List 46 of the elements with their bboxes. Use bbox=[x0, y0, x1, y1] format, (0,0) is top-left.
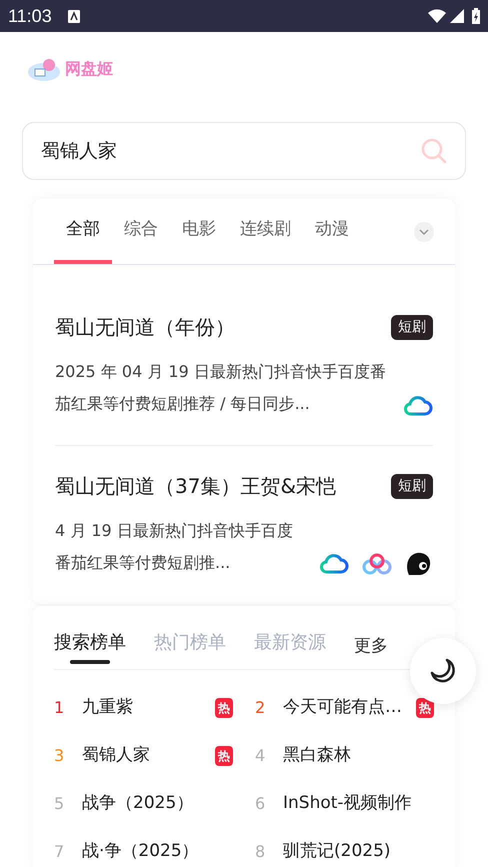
category-tab[interactable]: 动漫 bbox=[303, 199, 361, 264]
result-title[interactable]: 蜀山无间道（年份） bbox=[55, 312, 235, 342]
more-link[interactable]: 更多 bbox=[354, 634, 388, 660]
cloud-icon[interactable] bbox=[319, 552, 349, 576]
signal-icon bbox=[450, 9, 464, 23]
result-tag: 短剧 bbox=[391, 314, 433, 340]
rank-number: 6 bbox=[255, 793, 266, 815]
battery-icon bbox=[472, 8, 480, 24]
category-tab[interactable]: 全部 bbox=[54, 199, 112, 264]
result-description: 2025 年 04 月 19 日最新热门抖音快手百度番茄红果等付费短剧推荐 / 每日同步... bbox=[55, 361, 387, 415]
status-time: 11:03 bbox=[8, 4, 52, 28]
category-tab[interactable]: 综合 bbox=[112, 199, 170, 264]
rank-number: 3 bbox=[54, 745, 66, 767]
search-input[interactable]: 蜀锦人家 bbox=[41, 136, 421, 166]
hot-badge: 热 bbox=[416, 698, 434, 718]
logo-icon bbox=[27, 56, 61, 82]
search-field[interactable]: 蜀锦人家 bbox=[22, 122, 466, 180]
hot-badge: 热 bbox=[215, 698, 233, 718]
rank-number: 2 bbox=[255, 697, 266, 719]
rank-number: 1 bbox=[54, 697, 66, 719]
result-description: 4 月 19 日最新热门抖音快手百度番茄红果等付费短剧推... bbox=[55, 520, 294, 574]
ranking-title[interactable]: 战·争（2025） bbox=[82, 839, 233, 865]
rank-number: 8 bbox=[255, 841, 266, 863]
ranking-title[interactable]: 今天可能有点… bbox=[283, 695, 416, 721]
logo-text: 网盘姬 bbox=[65, 58, 113, 80]
rank-number: 4 bbox=[255, 745, 266, 767]
category-tab[interactable]: 电影 bbox=[170, 199, 228, 264]
ranking-title[interactable]: 战争（2025） bbox=[82, 791, 233, 817]
ranking-title[interactable]: 驯荒记(2025) bbox=[283, 839, 434, 865]
ranking-tab[interactable]: 搜索榜单 bbox=[54, 624, 126, 669]
rank-number: 5 bbox=[54, 793, 66, 815]
hot-badge: 热 bbox=[215, 746, 233, 766]
expand-icon[interactable] bbox=[414, 222, 434, 242]
result-tag: 短剧 bbox=[391, 474, 433, 498]
cloud-icon[interactable] bbox=[403, 394, 433, 418]
ranking-title[interactable]: 黑白森林 bbox=[283, 743, 434, 769]
result-title[interactable]: 蜀山无间道（37集）王贺&宋恺 bbox=[55, 471, 336, 501]
notification-icon bbox=[68, 10, 80, 22]
category-tab[interactable]: 连续剧 bbox=[228, 199, 303, 264]
ranking-title[interactable]: 九重紫 bbox=[82, 695, 215, 721]
ranking-title[interactable]: 蜀锦人家 bbox=[82, 743, 215, 769]
rings-icon[interactable] bbox=[361, 552, 393, 576]
moon-icon bbox=[429, 657, 457, 685]
wifi-icon bbox=[428, 9, 446, 23]
ranking-title[interactable]: InShot-视频制作 bbox=[283, 791, 434, 817]
rank-number: 7 bbox=[54, 841, 66, 863]
